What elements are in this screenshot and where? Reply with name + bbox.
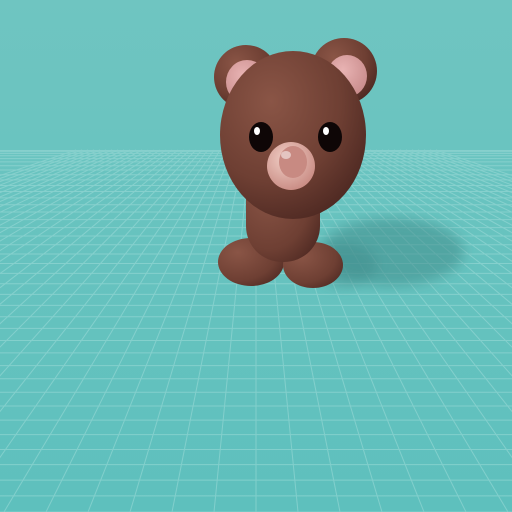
game-viewport[interactable]: [0, 0, 512, 512]
3d-scene[interactable]: [0, 0, 512, 512]
right-eye-shine: [323, 127, 329, 135]
left-eye-shine: [254, 127, 260, 135]
bear-head: [220, 51, 366, 219]
left-eye: [249, 122, 273, 152]
right-eye: [318, 122, 342, 152]
nose: [279, 146, 307, 178]
nose-highlight: [281, 151, 291, 159]
